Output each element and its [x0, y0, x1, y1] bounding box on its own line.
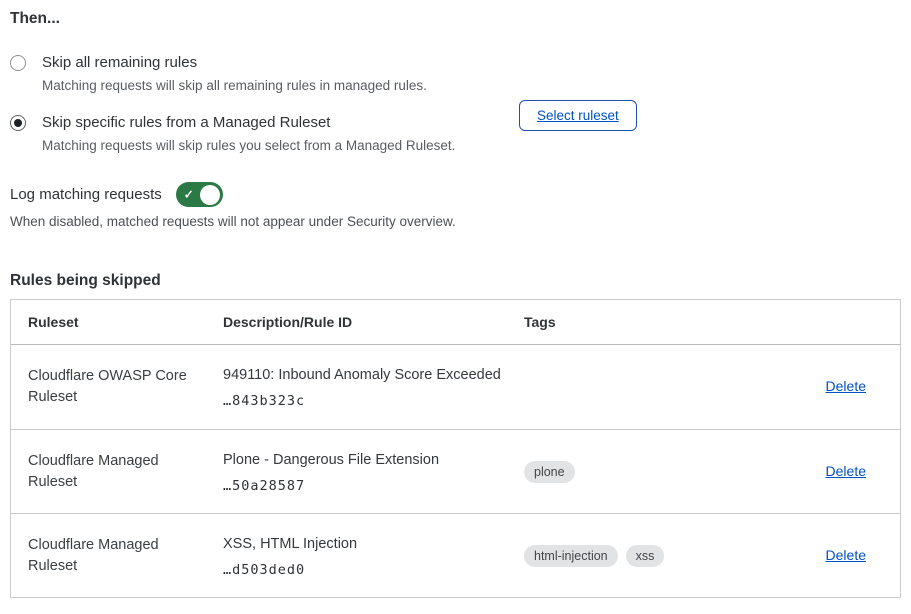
delete-rule-link[interactable]: Delete: [826, 547, 866, 563]
log-matching-row: Log matching requests ✓: [10, 182, 901, 207]
table-row: Cloudflare OWASP Core Ruleset 949110: In…: [11, 345, 900, 429]
delete-rule-link[interactable]: Delete: [826, 463, 866, 479]
rule-description: Plone - Dangerous File Extension: [223, 450, 508, 470]
then-heading: Then...: [10, 9, 901, 29]
rule-id: …843b323c: [223, 393, 508, 409]
option-skip-all-label[interactable]: Skip all remaining rules: [42, 52, 427, 74]
rule-id: …d503ded0: [223, 562, 508, 578]
tag-badge: plone: [524, 461, 575, 483]
column-header-tags: Tags: [524, 314, 754, 330]
ruleset-name: Cloudflare Managed Ruleset: [28, 451, 203, 493]
rule-description: 949110: Inbound Anomaly Score Exceeded: [223, 365, 508, 385]
skipped-rules-table: Ruleset Description/Rule ID Tags Cloudfl…: [10, 299, 901, 598]
option-skip-specific-description: Matching requests will skip rules you se…: [42, 136, 455, 156]
log-matching-label: Log matching requests: [10, 183, 162, 207]
option-skip-specific-rules[interactable]: Skip specific rules from a Managed Rules…: [10, 112, 901, 156]
option-skip-all-description: Matching requests will skip all remainin…: [42, 76, 427, 96]
log-matching-description: When disabled, matched requests will not…: [10, 212, 901, 232]
option-skip-specific-label[interactable]: Skip specific rules from a Managed Rules…: [42, 112, 455, 134]
log-matching-toggle[interactable]: ✓: [176, 182, 223, 207]
table-row: Cloudflare Managed Ruleset Plone - Dange…: [11, 429, 900, 513]
column-header-description: Description/Rule ID: [223, 314, 524, 330]
ruleset-name: Cloudflare OWASP Core Ruleset: [28, 366, 203, 408]
rule-description: XSS, HTML Injection: [223, 534, 508, 554]
check-icon: ✓: [184, 187, 194, 201]
radio-unselected-icon[interactable]: [10, 55, 26, 71]
ruleset-name: Cloudflare Managed Ruleset: [28, 535, 203, 577]
rule-id: …50a28587: [223, 478, 508, 494]
option-skip-all-rules[interactable]: Skip all remaining rules Matching reques…: [10, 52, 901, 96]
delete-rule-link[interactable]: Delete: [826, 378, 866, 394]
rule-tags: plone: [524, 461, 754, 483]
action-options: Skip all remaining rules Matching reques…: [10, 52, 901, 156]
select-ruleset-button[interactable]: Select ruleset: [519, 100, 637, 131]
column-header-ruleset: Ruleset: [11, 314, 223, 330]
toggle-knob: [200, 185, 220, 205]
waf-rule-config-page: Then... Skip all remaining rules Matchin…: [0, 0, 911, 614]
tag-badge: html-injection: [524, 545, 618, 567]
table-header-row: Ruleset Description/Rule ID Tags: [11, 300, 900, 345]
rule-tags: html-injection xss: [524, 545, 754, 567]
tag-badge: xss: [626, 545, 665, 567]
radio-selected-icon[interactable]: [10, 115, 26, 131]
rules-being-skipped-heading: Rules being skipped: [10, 270, 901, 292]
table-row: Cloudflare Managed Ruleset XSS, HTML Inj…: [11, 513, 900, 597]
